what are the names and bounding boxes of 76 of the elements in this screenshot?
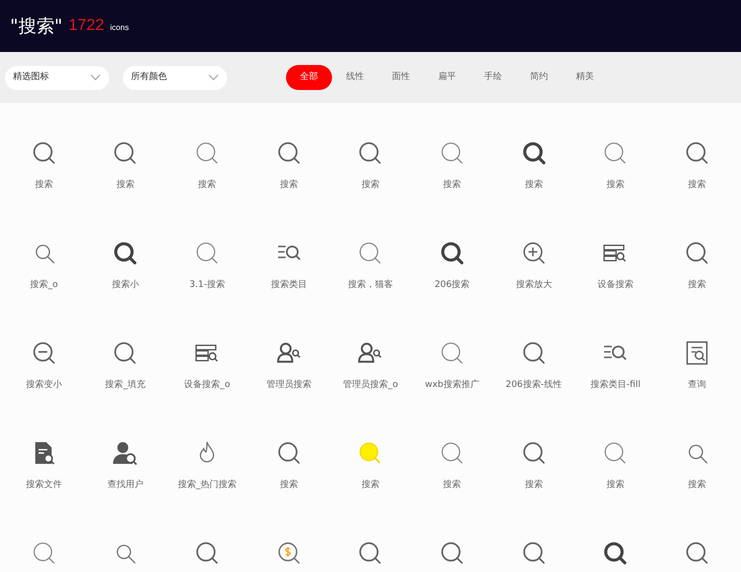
filter-dropdown[interactable]: 所有颜色 — [123, 66, 227, 90]
search-icon[interactable] — [113, 141, 138, 165]
search-icon[interactable] — [276, 441, 301, 465]
search-icon[interactable] — [603, 541, 628, 565]
icon-label: 管理员搜索_o — [342, 379, 398, 392]
style-tab[interactable]: 精美 — [562, 65, 608, 90]
icon-label: 搜索 — [280, 179, 298, 192]
search-icon[interactable] — [685, 141, 710, 165]
search-icon[interactable] — [440, 541, 464, 565]
dollar-search-icon[interactable] — [276, 541, 301, 565]
search-icon[interactable] — [685, 241, 710, 265]
search-icon[interactable] — [358, 541, 382, 565]
icon-label: 搜索 — [606, 479, 624, 492]
search-query: "搜索" — [10, 14, 63, 38]
icon-label: 搜索放大 — [516, 279, 552, 292]
search-icon[interactable] — [358, 141, 382, 165]
search-icon[interactable] — [32, 141, 56, 165]
icon-label: 查找用户 — [107, 479, 144, 492]
person-search-icon[interactable] — [113, 441, 138, 465]
style-tab[interactable]: 手绘 — [470, 65, 516, 90]
icon-label: 搜索 — [198, 179, 216, 192]
user-search-icon[interactable] — [276, 341, 301, 365]
icon-label: 搜索 — [524, 179, 543, 192]
icon-label: 设备搜索 — [597, 279, 634, 292]
zoom-out-icon[interactable] — [32, 341, 56, 365]
icon-label: 查询 — [688, 379, 706, 392]
style-tab[interactable]: 扁平 — [424, 65, 470, 90]
chevron-down-icon — [90, 74, 101, 81]
icon-label: 搜索 — [443, 179, 462, 192]
result-unit: icons — [110, 22, 129, 34]
icon-label: 206搜索-线性 — [506, 379, 562, 392]
icon-label: 206搜索 — [434, 279, 470, 292]
icon-label: 搜索 — [443, 479, 462, 492]
search-icon[interactable] — [195, 541, 220, 565]
icon-label: 设备搜索_o — [184, 379, 230, 392]
search-icon[interactable] — [113, 341, 138, 365]
style-tab[interactable]: 简约 — [516, 65, 562, 90]
search-icon[interactable] — [440, 241, 464, 265]
icon-label: 搜索 — [606, 179, 624, 192]
search-icon[interactable] — [522, 541, 546, 565]
search-icon[interactable] — [522, 441, 546, 465]
icon-label: wxb搜索推广 — [424, 379, 480, 392]
style-tab[interactable]: 面性 — [378, 65, 424, 90]
chevron-down-icon — [208, 74, 219, 81]
icon-label: 搜索 — [280, 479, 298, 492]
search-icon[interactable] — [522, 141, 546, 165]
icon-label: 搜索 — [116, 179, 134, 192]
icon-label: 搜索类目-fill — [590, 379, 640, 392]
filter-dropdown[interactable]: 精选图标 — [5, 66, 109, 90]
icon-label: 3.1-搜索 — [189, 279, 225, 292]
result-count: 1722 — [68, 16, 104, 36]
icon-label: 搜索 — [688, 279, 706, 292]
icon-label: 搜索 — [361, 479, 380, 492]
style-tab[interactable]: 全部 — [286, 65, 332, 90]
icon-label: 搜索_热门搜索 — [178, 479, 236, 492]
search-icon[interactable] — [276, 141, 301, 165]
icon-label: 搜索 — [361, 179, 380, 192]
icon-label: 搜索 — [34, 179, 53, 192]
icon-label: 搜索_填充 — [105, 379, 146, 392]
icon-label: 搜索_o — [30, 279, 58, 292]
zoom-in-icon[interactable] — [522, 241, 546, 265]
icon-label: 搜索 — [688, 179, 706, 192]
search-icon[interactable] — [522, 341, 546, 365]
search-icon[interactable] — [113, 241, 138, 265]
style-tab[interactable]: 线性 — [332, 65, 378, 90]
icon-label: 搜索小 — [112, 279, 139, 292]
search-icon[interactable] — [685, 541, 710, 565]
icon-label: 搜索变小 — [26, 379, 62, 392]
icon-label: 搜索文件 — [26, 479, 62, 492]
icon-label: 搜索 — [524, 479, 543, 492]
icon-label: 搜索，猫客 — [348, 279, 393, 292]
document-search-icon[interactable] — [685, 341, 710, 365]
user-search-icon[interactable] — [358, 341, 382, 365]
icon-label: 搜索类目 — [270, 279, 307, 292]
icon-label: 搜索 — [688, 479, 706, 492]
icon-label: 管理员搜索 — [266, 379, 312, 392]
